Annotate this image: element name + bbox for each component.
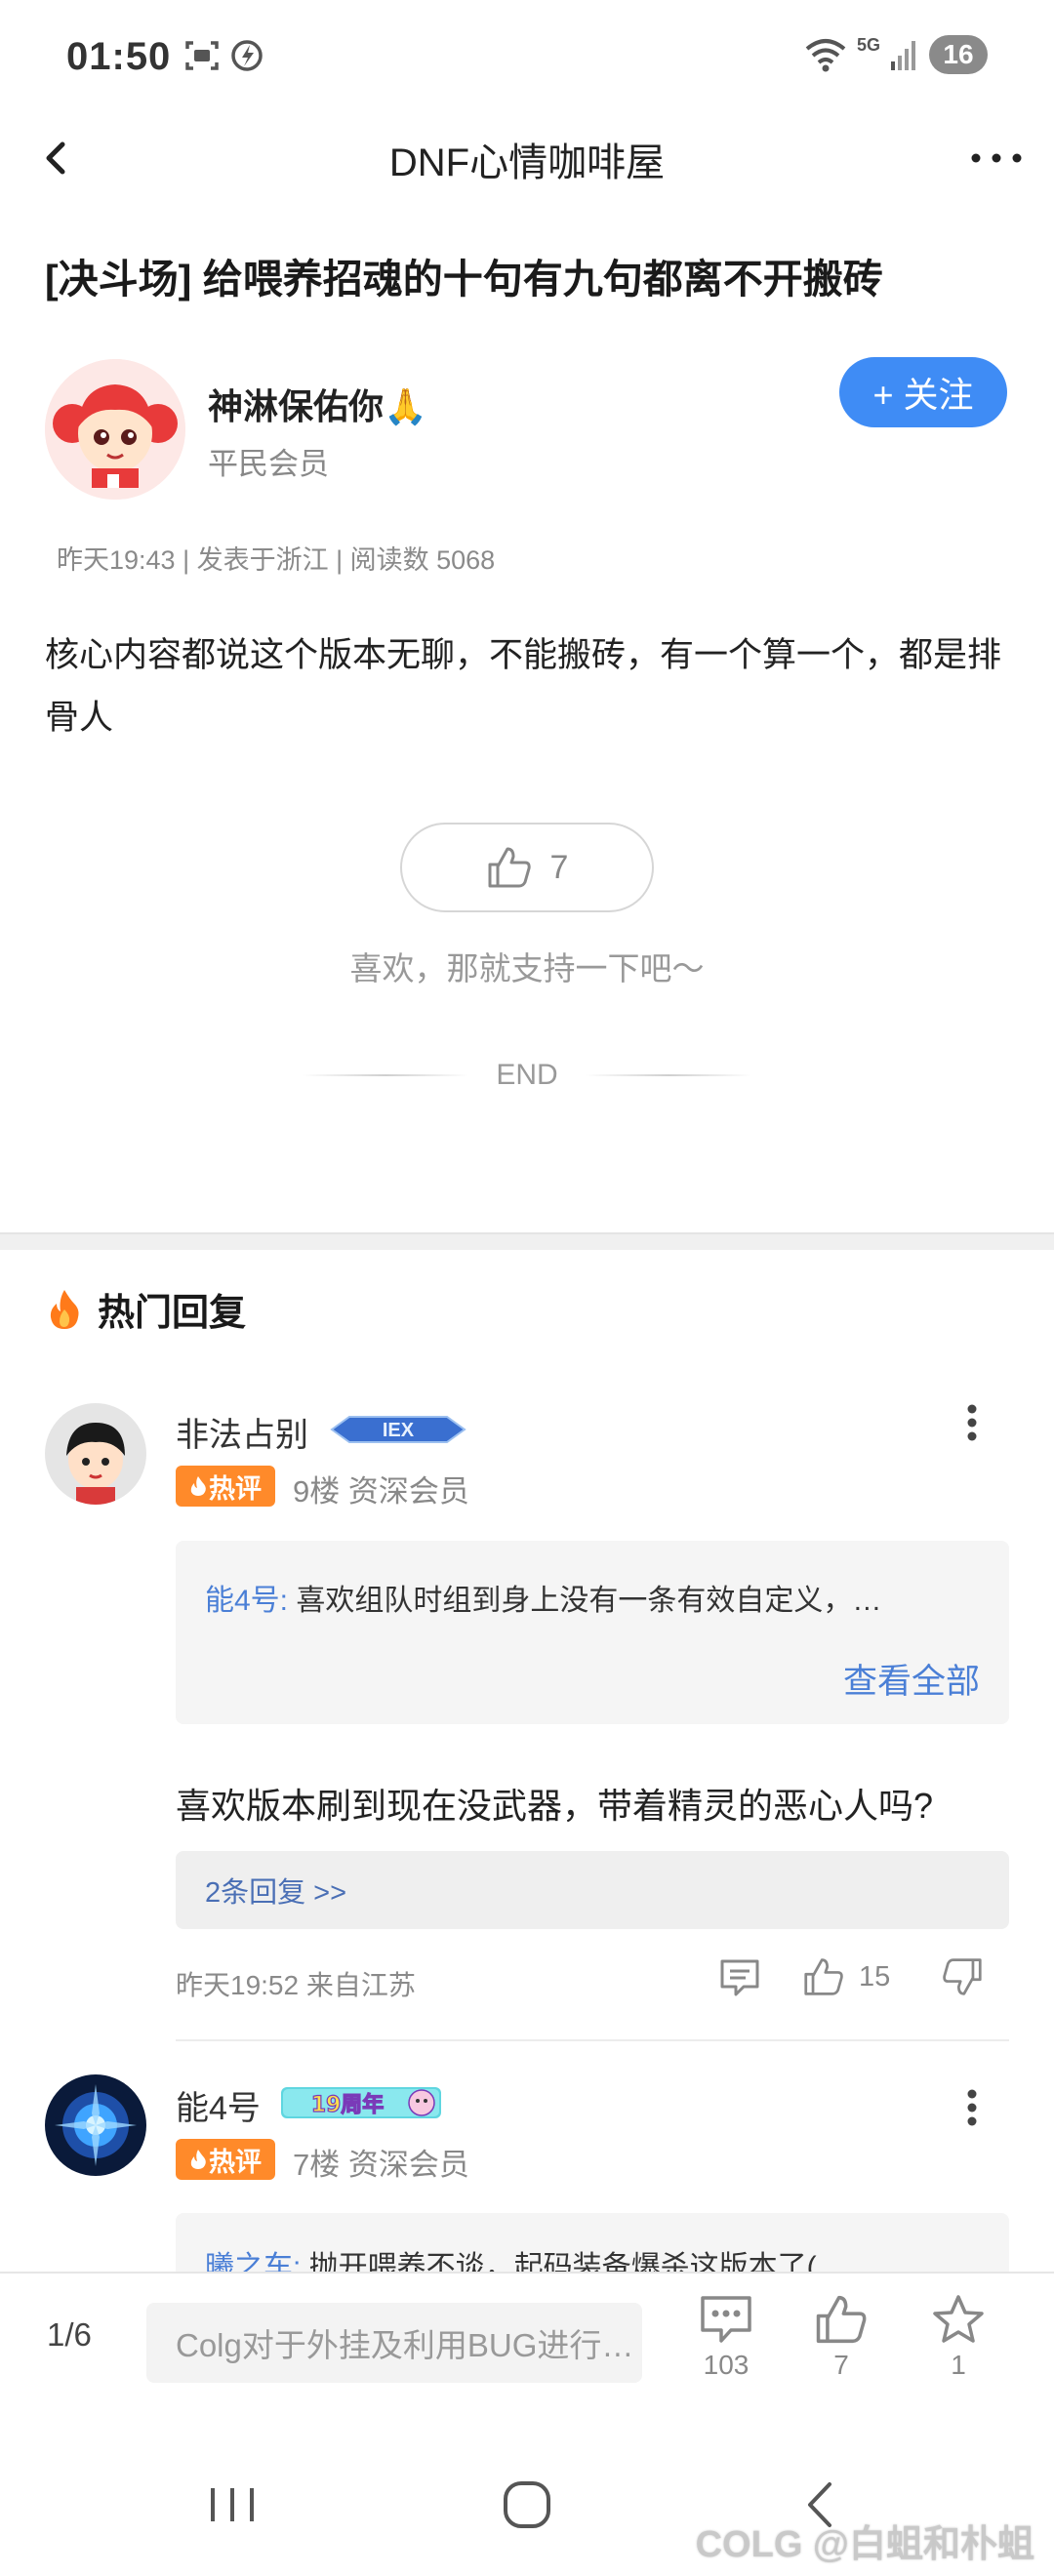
anniversary-badge-icon: 19周年 [281,2087,441,2118]
battery-indicator: 16 [929,35,988,74]
author-avatar-image [45,359,185,500]
comment-like-count: 15 [859,1960,891,1992]
comment-dislike-action[interactable] [941,1956,984,1997]
commenter-name[interactable]: 非法占别 [176,1408,308,1456]
watermark: COLG @白蛆和朴蛆 [695,2524,1034,2565]
comment-actions: 15 [718,1955,984,1998]
screenshot-icon [185,41,219,70]
comments-button[interactable]: 103 [677,2293,775,2381]
commenter-avatar[interactable] [45,2074,146,2176]
like-hint: 喜欢，那就支持一下吧～ [349,950,705,986]
comment-text: 喜欢版本刷到现在没武器，带着精灵的恶心人吗? [176,1786,934,1826]
commenter-avatar[interactable] [45,1403,146,1505]
status-right: 5G 16 [804,33,988,76]
favorites-count: 1 [951,2350,966,2380]
end-marker: END [0,1056,1054,1095]
quoted-text-line: 能4号: 喜欢组队时组到身上没有一条有效自定义，… [205,1576,976,1619]
thumbs-down-icon [943,1958,982,1995]
author-name[interactable]: 神淋保佑你🙏 [208,379,427,429]
hot-replies-title: 热门回复 [98,1293,247,1334]
comment-menu-icon[interactable] [953,1393,992,1452]
home-icon[interactable] [488,2471,566,2539]
author-avatar[interactable] [45,359,185,500]
commenter-avatar-image [45,1403,146,1505]
hot-replies-header: 热门回复 [45,1282,246,1336]
follow-button[interactable]: + 关注 [839,357,1007,427]
network-type: 5G [856,34,880,55]
status-bar: 01:50 5G 16 [0,0,1054,115]
thumbs-up-icon [804,1958,843,1995]
nav-bar: DNF心情咖啡屋 [0,115,1054,201]
hot-tag-label: 热评 [209,2147,262,2177]
badge-text: 19周年 [311,2092,385,2117]
end-label: END [496,1059,558,1091]
follow-label: + 关注 [872,375,974,415]
post-meta: 昨天19:43 | 发表于浙江 | 阅读数 5068 [57,545,496,575]
commenter-avatar-image [45,2074,146,2176]
data-saver-icon [231,40,263,71]
comments-count: 103 [703,2350,750,2380]
user-badge: IEX [328,1411,468,1448]
star-icon [933,2295,984,2343]
fire-icon [190,2150,206,2169]
post-title: [决斗场] 给喂养招魂的十句有九句都离不开搬砖 [45,257,883,302]
end-divider-right [585,1074,751,1076]
page-indicator[interactable]: 1/6 [47,2316,92,2354]
thumbs-up-icon [816,2295,867,2344]
reply-action[interactable] [718,1955,761,1998]
signal-icon [891,41,915,70]
status-time: 01:50 [66,35,172,78]
quoted-user: 能4号: [205,1585,289,1617]
post-like-count: 7 [549,848,569,886]
hot-tag-label: 热评 [209,1473,262,1504]
section-divider [0,1232,1054,1250]
quoted-reply[interactable]: 能4号: 喜欢组队时组到身上没有一条有效自定义，… 查看全部 [176,1541,1009,1724]
quoted-text: 喜欢组队时组到身上没有一条有效自定义，… [296,1585,882,1617]
post-body: 核心内容都说这个版本无聊，不能搬砖，有一个算一个，都是排骨人 [45,636,1002,737]
comment-input[interactable]: Colg对于外挂及利用BUG进行… [146,2303,642,2383]
comment-separator [176,2039,1009,2041]
system-nav-bar: COLG @白蛆和朴蛆 [0,2424,1054,2576]
like-button[interactable]: 7 [792,2293,890,2381]
hot-comment-tag: 热评 [176,2139,275,2180]
hot-comment-tag: 热评 [176,1466,275,1507]
likes-count: 7 [833,2350,849,2380]
replies-link[interactable]: 2条回复 >> [176,1851,1009,1929]
rank-badge-icon: IEX [330,1416,466,1443]
fire-icon [50,1289,79,1329]
comment-icon [720,1959,759,1996]
comment-like-action[interactable]: 15 [802,1956,890,1997]
comment-floor: 9楼 资深会员 [293,1474,469,1509]
fire-icon [190,1476,206,1496]
post-like-button[interactable]: 7 [400,823,654,912]
bottom-action-bar: 1/6 Colg对于外挂及利用BUG进行… 103 7 1 [0,2272,1054,2424]
user-badge: 19周年 [279,2084,443,2121]
view-all-link[interactable]: 查看全部 [843,1654,980,1704]
recent-apps-icon[interactable] [193,2471,271,2539]
badge-text: IEX [383,1420,415,1441]
comment-icon [701,2296,751,2343]
more-options-icon[interactable] [962,129,1031,187]
thumbs-up-icon [488,847,531,888]
comment-floor: 7楼 资深会员 [293,2148,469,2182]
wifi-icon [805,39,846,72]
page-title: DNF心情咖啡屋 [388,141,666,184]
author-role: 平民会员 [208,447,329,481]
favorite-button[interactable]: 1 [910,2293,1007,2381]
end-divider-left [303,1074,469,1076]
comment-menu-icon[interactable] [953,2078,992,2137]
commenter-name[interactable]: 能4号 [176,2081,261,2129]
comment-meta: 昨天19:52 来自江苏 [176,1970,416,2000]
